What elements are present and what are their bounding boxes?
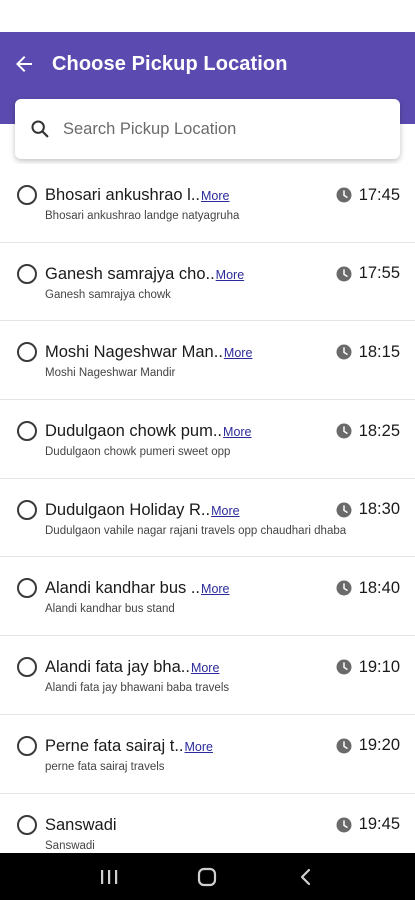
location-subtitle: perne fata sairaj travels (45, 760, 165, 773)
pickup-time: 18:30 (335, 499, 400, 521)
location-title: Alandi kandhar bus .. (45, 579, 201, 598)
search-input[interactable] (63, 119, 363, 139)
pickup-time: 19:45 (335, 814, 400, 836)
radio-button[interactable] (17, 735, 37, 756)
location-title-line: Bhosari ankushrao l..More (45, 184, 230, 206)
more-link[interactable]: More (223, 425, 251, 439)
more-link[interactable]: More (201, 582, 229, 596)
system-nav-bar (0, 853, 415, 900)
system-back-button[interactable] (286, 857, 326, 897)
location-title-line: Sanswadi (45, 814, 117, 836)
radio-button[interactable] (17, 499, 37, 520)
back-button[interactable] (10, 50, 38, 78)
location-title: Dudulgaon chowk pum.. (45, 422, 223, 441)
page-title: Choose Pickup Location (52, 53, 288, 75)
clock-icon (336, 266, 352, 282)
location-row[interactable]: Dudulgaon Holiday R..More Dudulgaon vahi… (0, 478, 415, 558)
radio-button[interactable] (17, 657, 37, 678)
location-title: Alandi fata jay bha.. (45, 658, 190, 677)
location-subtitle: Dudulgaon vahile nagar rajani travels op… (45, 524, 347, 537)
pickup-time: 17:55 (335, 263, 400, 285)
more-link[interactable]: More (185, 740, 213, 754)
location-row[interactable]: Dudulgaon chowk pum..More Dudulgaon chow… (0, 400, 415, 479)
time-text: 19:45 (358, 815, 400, 833)
pickup-time: 19:20 (335, 735, 400, 757)
time-text: 17:45 (358, 185, 400, 204)
location-title: Ganesh samrajya cho.. (45, 264, 215, 283)
search-icon (31, 120, 49, 138)
radio-button[interactable] (17, 263, 37, 284)
time-text: 19:20 (358, 736, 400, 755)
location-row[interactable]: Moshi Nageshwar Man..More Moshi Nageshwa… (0, 321, 415, 401)
clock-icon (336, 659, 352, 675)
time-text: 19:10 (358, 657, 400, 676)
clock-icon (336, 187, 352, 203)
radio-button[interactable] (17, 342, 37, 363)
location-title-line: Alandi kandhar bus ..More (45, 577, 230, 599)
clock-icon (336, 580, 352, 596)
location-subtitle: Alandi kandhar bus stand (45, 603, 175, 616)
more-link[interactable]: More (216, 268, 244, 282)
back-icon (300, 868, 310, 885)
location-subtitle: Bhosari ankushrao landge natyagruha (45, 210, 240, 222)
radio-button[interactable] (17, 421, 37, 442)
more-link[interactable]: More (201, 189, 229, 203)
radio-button[interactable] (17, 578, 37, 599)
clock-icon (336, 738, 352, 754)
time-text: 18:40 (358, 578, 400, 597)
time-text: 18:30 (358, 500, 400, 519)
location-title-line: Moshi Nageshwar Man..More (45, 341, 252, 363)
location-row[interactable]: Perne fata sairaj t..More perne fata sai… (0, 714, 415, 794)
pickup-location-list: Bhosari ankushrao l..More Bhosari ankush… (0, 164, 415, 853)
location-title-line: Ganesh samrajya cho..More (45, 263, 244, 285)
arrow-left-icon (16, 56, 32, 72)
location-row[interactable]: Alandi kandhar bus ..More Alandi kandhar… (0, 557, 415, 637)
pickup-time: 19:10 (335, 656, 400, 678)
location-title: Bhosari ankushrao l.. (45, 186, 201, 204)
location-row[interactable]: Sanswadi Sanswadi 19:45 (0, 793, 415, 853)
location-title: Perne fata sairaj t.. (45, 736, 184, 755)
location-row[interactable]: Bhosari ankushrao l..More Bhosari ankush… (0, 164, 415, 243)
more-link[interactable]: More (191, 661, 219, 675)
clock-icon (336, 817, 352, 832)
radio-button[interactable] (17, 185, 37, 205)
location-title: Sanswadi (45, 815, 117, 834)
location-title-line: Alandi fata jay bha..More (45, 656, 219, 678)
location-subtitle: Sanswadi (45, 839, 95, 852)
search-box[interactable] (15, 99, 400, 159)
location-title-line: Dudulgaon Holiday R..More (45, 499, 240, 521)
status-bar (0, 0, 415, 32)
clock-icon (336, 344, 352, 360)
time-text: 17:55 (358, 264, 400, 283)
location-subtitle: Alandi fata jay bhawani baba travels (45, 682, 230, 695)
home-button[interactable] (187, 857, 227, 897)
radio-button[interactable] (17, 814, 37, 835)
time-text: 18:15 (358, 342, 400, 361)
recents-button[interactable] (89, 857, 129, 897)
location-row[interactable]: Ganesh samrajya cho..More Ganesh samrajy… (0, 242, 415, 322)
pickup-time: 18:40 (335, 577, 400, 599)
clock-icon (336, 502, 352, 518)
pickup-time: 18:15 (335, 341, 400, 363)
location-title: Dudulgaon Holiday R.. (45, 500, 211, 519)
location-subtitle: Dudulgaon chowk pumeri sweet opp (45, 446, 231, 459)
location-subtitle: Ganesh samrajya chowk (45, 288, 171, 301)
location-row[interactable]: Alandi fata jay bha..More Alandi fata ja… (0, 636, 415, 715)
recents-icon (101, 869, 118, 884)
more-link[interactable]: More (224, 346, 252, 360)
home-icon (198, 867, 217, 886)
location-subtitle: Moshi Nageshwar Mandir (45, 367, 176, 380)
location-title-line: Dudulgaon chowk pum..More (45, 420, 252, 442)
clock-icon (336, 423, 352, 439)
time-text: 18:25 (358, 421, 400, 440)
more-link[interactable]: More (211, 504, 239, 518)
location-title: Moshi Nageshwar Man.. (45, 343, 223, 362)
pickup-time: 18:25 (335, 420, 400, 442)
location-title-line: Perne fata sairaj t..More (45, 735, 213, 757)
pickup-time: 17:45 (335, 184, 400, 206)
